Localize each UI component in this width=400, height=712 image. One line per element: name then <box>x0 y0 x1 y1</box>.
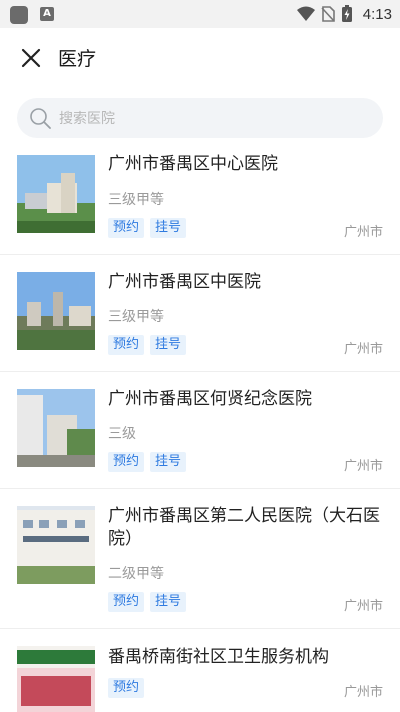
hospital-level: 三级 <box>108 426 136 442</box>
hospital-row[interactable]: 番禺桥南街社区卫生服务机构 预约 广州市 <box>0 629 400 712</box>
hospital-row[interactable]: 广州市番禺区第二人民医院（大石医院） 二级甲等 预约 挂号 广州市 <box>0 489 400 629</box>
close-icon[interactable] <box>16 43 46 73</box>
hospital-photo <box>17 272 95 350</box>
hospital-tags: 预约 <box>108 678 145 698</box>
hospital-name: 番禺桥南街社区卫生服务机构 <box>108 647 329 667</box>
hospital-tags: 预约 挂号 <box>108 218 187 238</box>
hospital-photo <box>17 646 95 712</box>
hospital-tags: 预约 挂号 <box>108 335 187 355</box>
hospital-level: 三级甲等 <box>108 309 164 325</box>
hospital-city: 广州市 <box>343 599 383 614</box>
hospital-level: 三级甲等 <box>108 192 164 208</box>
hospital-city: 广州市 <box>343 459 383 474</box>
hospital-tags: 预约 挂号 <box>108 592 187 612</box>
appointment-tag[interactable]: 预约 <box>108 592 145 612</box>
registration-tag[interactable]: 挂号 <box>150 452 187 472</box>
hospital-name: 广州市番禺区何贤纪念医院 <box>108 389 312 409</box>
hospital-row[interactable]: 广州市番禺区中心医院 三级甲等 预约 挂号 广州市 <box>0 145 400 255</box>
hospital-level: 二级甲等 <box>108 566 164 582</box>
appointment-tag[interactable]: 预约 <box>108 218 145 238</box>
search-icon <box>30 108 51 129</box>
appointment-tag[interactable]: 预约 <box>108 678 145 698</box>
hospital-name: 广州市番禺区中医院 <box>108 272 261 292</box>
registration-tag[interactable]: 挂号 <box>150 218 187 238</box>
hospital-city: 广州市 <box>343 225 383 240</box>
registration-tag[interactable]: 挂号 <box>150 335 187 355</box>
hospital-photo <box>17 389 95 467</box>
hospital-row[interactable]: 广州市番禺区何贤纪念医院 三级 预约 挂号 广州市 <box>0 372 400 489</box>
appointment-tag[interactable]: 预约 <box>108 452 145 472</box>
hospital-tags: 预约 挂号 <box>108 452 187 472</box>
hospital-name: 广州市番禺区中心医院 <box>108 154 278 174</box>
app-notification-icon <box>10 6 28 24</box>
hospital-row[interactable]: 广州市番禺区中医院 三级甲等 预约 挂号 广州市 <box>0 255 400 372</box>
hospital-photo <box>17 155 95 233</box>
a-notification-icon: A <box>40 7 54 21</box>
page-title: 医疗 <box>58 48 97 70</box>
status-time: 4:13 <box>362 5 392 23</box>
wifi-icon <box>296 6 315 21</box>
status-bar: A 4:13 <box>0 0 400 28</box>
battery-charging-icon <box>341 5 352 22</box>
appointment-tag[interactable]: 预约 <box>108 335 145 355</box>
search-input[interactable]: 搜索医院 <box>17 98 383 138</box>
search-placeholder: 搜索医院 <box>59 111 115 127</box>
hospital-city: 广州市 <box>343 342 383 357</box>
header: 医疗 <box>0 28 400 88</box>
no-sim-icon <box>321 6 335 22</box>
registration-tag[interactable]: 挂号 <box>150 592 187 612</box>
hospital-name: 广州市番禺区第二人民医院（大石医院） <box>108 506 380 549</box>
hospital-photo <box>17 506 95 584</box>
hospital-city: 广州市 <box>343 685 383 700</box>
